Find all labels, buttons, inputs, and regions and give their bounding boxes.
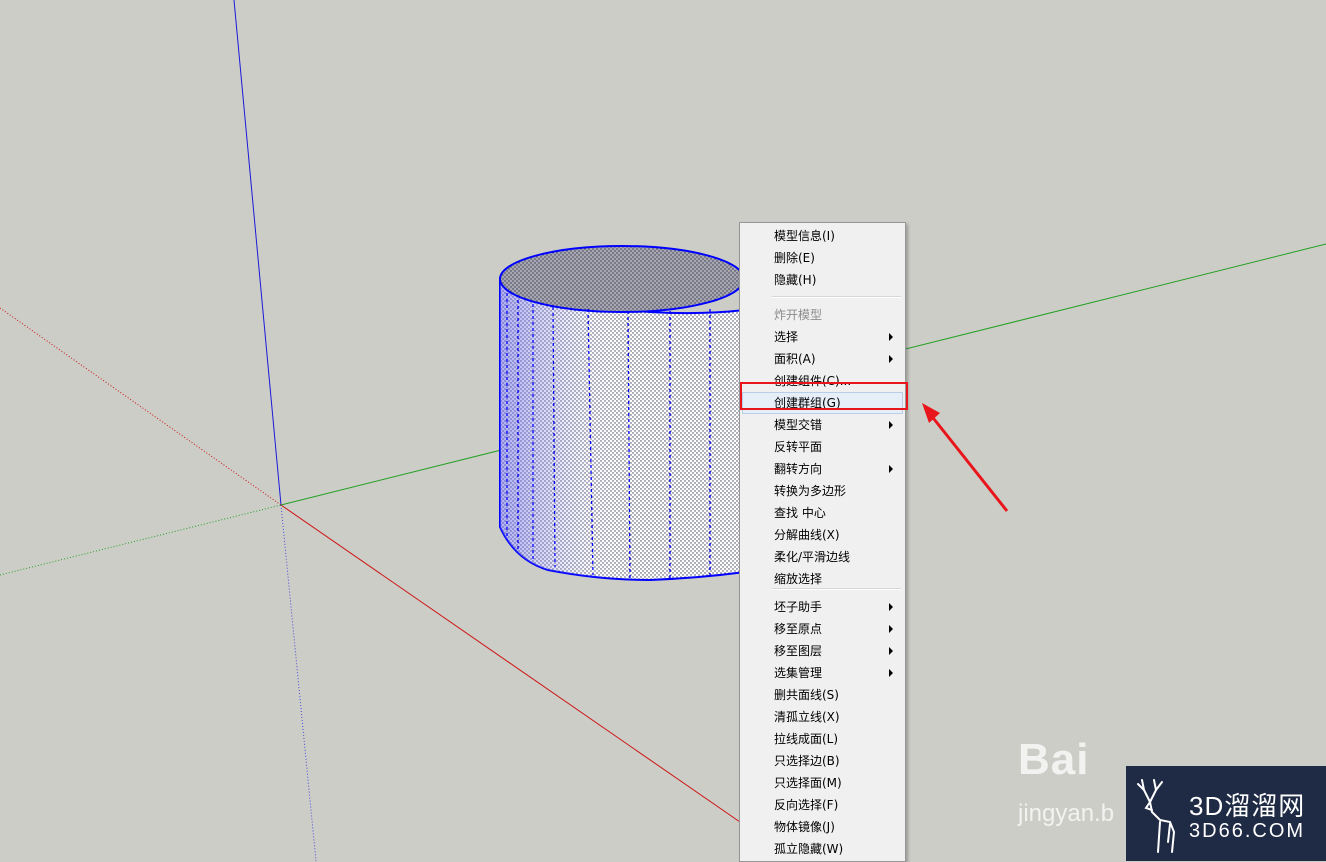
menu-item-label: 炸开模型 <box>774 308 823 322</box>
menu-item[interactable]: 孤立隐藏(W) <box>742 838 903 860</box>
menu-item[interactable]: 清孤立线(X) <box>742 706 903 728</box>
menu-item-label: 模型信息(I) <box>774 229 835 243</box>
menu-item[interactable]: 模型信息(I) <box>742 225 903 247</box>
cylinder-top-face <box>499 245 745 313</box>
menu-item-label: 坯子助手 <box>774 600 823 614</box>
baidu-watermark: Bai <box>1018 735 1090 784</box>
menu-item[interactable]: 翻转方向 <box>742 458 903 480</box>
menu-item[interactable]: 缩放选择 <box>742 568 903 590</box>
menu-item[interactable]: 分解曲线(X) <box>742 524 903 546</box>
menu-item-label: 物体镜像(J) <box>774 820 835 834</box>
menu-item[interactable]: 转换为多边形 <box>742 480 903 502</box>
menu-item-label: 清孤立线(X) <box>774 710 840 724</box>
menu-item[interactable]: 拉线成面(L) <box>742 728 903 750</box>
menu-item[interactable]: 选择 <box>742 326 903 348</box>
submenu-arrow-icon <box>889 421 893 429</box>
modeling-viewport[interactable] <box>0 0 1326 861</box>
site-logo: 3D溜溜网 3D66.COM <box>1126 766 1326 861</box>
menu-item-label: 删除(E) <box>774 251 815 265</box>
baidu-watermark-url: jingyan.b <box>1018 800 1115 827</box>
menu-item-label: 模型交错 <box>774 418 823 432</box>
submenu-arrow-icon <box>889 603 893 611</box>
cylinder-side-shading <box>500 279 745 580</box>
menu-item-label: 删共面线(S) <box>774 688 839 702</box>
menu-item-label: 选择 <box>774 330 799 344</box>
menu-item-label: 只选择面(M) <box>774 776 842 790</box>
menu-item-label: 反转平面 <box>774 440 823 454</box>
menu-item-label: 移至图层 <box>774 644 823 658</box>
red-axis-dotted <box>0 307 282 506</box>
menu-item[interactable]: 只选择面(M) <box>742 772 903 794</box>
menu-item[interactable]: 面积(A) <box>742 348 903 370</box>
menu-item-label: 选集管理 <box>774 666 823 680</box>
menu-item[interactable]: 炸开模型 <box>742 304 903 326</box>
menu-item[interactable]: 柔化/平滑边线 <box>742 546 903 568</box>
menu-item-label: 孤立隐藏(W) <box>774 842 844 856</box>
menu-item[interactable]: 移至原点 <box>742 618 903 640</box>
menu-item[interactable]: 模型交错 <box>742 414 903 436</box>
context-menu: 模型信息(I) 删除(E) 隐藏(H) 炸开模型 选择 面积(A) 创建组件(C)... 创建… <box>739 222 906 862</box>
deer-icon <box>1137 779 1176 853</box>
menu-item[interactable]: 坯子助手 <box>742 596 903 618</box>
submenu-arrow-icon <box>889 625 893 633</box>
menu-item[interactable]: 只选择边(B) <box>742 750 903 772</box>
menu-item-label: 拉线成面(L) <box>774 732 839 746</box>
menu-item-label: 移至原点 <box>774 622 823 636</box>
menu-item[interactable]: 选集管理 <box>742 662 903 684</box>
selected-cylinder[interactable] <box>499 245 746 582</box>
menu-item[interactable]: 物体镜像(J) <box>742 816 903 838</box>
submenu-arrow-icon <box>889 465 893 473</box>
menu-item-label: 只选择边(B) <box>774 754 840 768</box>
menu-item-label: 转换为多边形 <box>774 484 847 498</box>
menu-item-label: 翻转方向 <box>774 462 823 476</box>
menu-item-label: 反向选择(F) <box>774 798 839 812</box>
menu-item[interactable]: 反转平面 <box>742 436 903 458</box>
menu-item[interactable]: 移至图层 <box>742 640 903 662</box>
site-logo-url: 3D66.COM <box>1189 820 1306 842</box>
menu-item-label: 分解曲线(X) <box>774 528 840 542</box>
menu-item-label: 隐藏(H) <box>774 273 817 287</box>
menu-item[interactable]: 隐藏(H) <box>742 269 903 291</box>
blue-axis-solid <box>233 0 282 506</box>
menu-item[interactable]: 查找 中心 <box>742 502 903 524</box>
menu-item-label: 查找 中心 <box>774 506 826 520</box>
submenu-arrow-icon <box>889 647 893 655</box>
green-axis-dotted <box>0 504 282 576</box>
menu-item[interactable]: 删共面线(S) <box>742 684 903 706</box>
submenu-arrow-icon <box>889 333 893 341</box>
menu-item-label: 柔化/平滑边线 <box>774 550 851 564</box>
menu-item[interactable]: 删除(E) <box>742 247 903 269</box>
menu-separator <box>772 588 901 590</box>
blue-axis-dotted <box>280 504 317 861</box>
menu-item-label: 缩放选择 <box>774 572 823 586</box>
menu-separator <box>772 296 901 298</box>
menu-item-label: 面积(A) <box>774 352 816 366</box>
annotation-highlight-box <box>740 382 908 410</box>
submenu-arrow-icon <box>889 669 893 677</box>
site-logo-title: 3D溜溜网 <box>1189 791 1306 821</box>
annotation-arrow <box>922 403 1009 512</box>
menu-item[interactable]: 反向选择(F) <box>742 794 903 816</box>
submenu-arrow-icon <box>889 355 893 363</box>
